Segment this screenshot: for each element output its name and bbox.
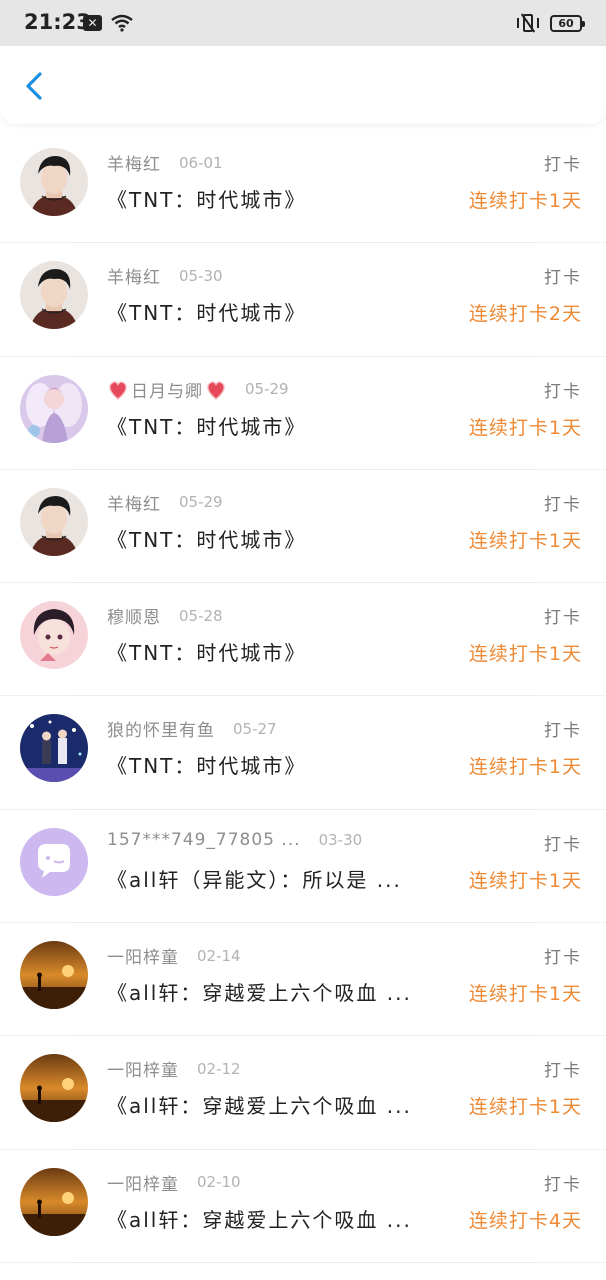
name-line: 羊梅红 05-29	[107, 490, 223, 515]
heart-icon	[109, 380, 127, 400]
name-line: 羊梅红 05-30	[107, 263, 223, 289]
streak-label: 连续打卡2天	[468, 303, 582, 326]
avatar[interactable]	[20, 1167, 88, 1236]
avatar[interactable]	[20, 261, 88, 330]
streak-label: 连续打卡4天	[468, 1209, 582, 1232]
user-name-text: 日月与卿	[131, 381, 203, 402]
date: 03-30	[318, 830, 363, 849]
list-item[interactable]: 穆顺恩 05-28 《TNT：时代城市》 打卡连续打卡1天	[0, 583, 606, 697]
user-name[interactable]: 羊梅红	[107, 490, 161, 515]
checkin-label: 打卡	[544, 494, 582, 515]
name-line: 穆顺恩 05-28	[107, 603, 223, 629]
book-title[interactable]: 《TNT：时代城市》	[107, 750, 447, 779]
avatar[interactable]	[20, 941, 88, 1010]
checkin-label: 打卡	[544, 608, 582, 629]
avatar[interactable]	[20, 374, 88, 443]
date: 05-29	[179, 493, 223, 512]
avatar[interactable]	[20, 148, 88, 216]
checkin-label: 打卡	[544, 834, 582, 855]
list-item[interactable]: 一阳梓童 02-12 《all轩：穿越爱上六个吸血 ... 打卡连续打卡1天	[0, 1036, 606, 1150]
date: 02-14	[197, 946, 241, 965]
checkin-label: 打卡	[544, 381, 582, 402]
checkin-label: 打卡	[544, 1061, 582, 1082]
list-item[interactable]: 157***749_77805 ... 03-30 《all轩（异能文）：所以是 .…	[0, 810, 606, 924]
user-name[interactable]: 羊梅红	[107, 150, 161, 175]
streak-label: 连续打卡1天	[468, 643, 582, 666]
date: 05-29	[245, 380, 289, 399]
header	[0, 46, 606, 124]
date: 06-01	[179, 153, 223, 172]
heart-icon	[207, 380, 225, 400]
checkin-label: 打卡	[544, 268, 582, 289]
user-name[interactable]: 一阳梓童	[107, 943, 179, 968]
list-item[interactable]: 羊梅红 05-29 《TNT：时代城市》 打卡连续打卡1天	[0, 470, 606, 584]
avatar[interactable]	[20, 714, 88, 783]
name-line: 羊梅红 06-01	[107, 150, 223, 176]
name-line: 狼的怀里有鱼 05-27	[107, 716, 277, 742]
user-name[interactable]: 羊梅红	[107, 263, 161, 288]
streak-label: 连续打卡1天	[468, 983, 582, 1006]
book-title[interactable]: 《TNT：时代城市》	[107, 524, 447, 553]
checkin-label: 打卡	[544, 948, 582, 969]
book-title[interactable]: 《all轩：穿越爱上六个吸血 ...	[107, 977, 447, 1006]
book-title[interactable]: 《all轩（异能文）：所以是 ...	[107, 864, 447, 893]
list-item[interactable]: 狼的怀里有鱼 05-27 《TNT：时代城市》 打卡连续打卡1天	[0, 696, 606, 810]
streak-label: 连续打卡1天	[468, 529, 582, 552]
user-name[interactable]: 日月与卿	[107, 377, 227, 402]
user-name[interactable]: 157***749_77805 ...	[107, 830, 301, 850]
battery-icon: 60	[550, 14, 585, 32]
date: 05-28	[179, 606, 223, 625]
chevron-left-icon[interactable]	[16, 68, 52, 104]
streak-label: 连续打卡1天	[468, 756, 582, 779]
streak-label: 连续打卡1天	[468, 416, 582, 439]
divider	[68, 1261, 534, 1263]
streak-label: 连续打卡1天	[468, 1096, 582, 1119]
book-title[interactable]: 《TNT：时代城市》	[107, 637, 447, 666]
avatar[interactable]	[20, 487, 88, 556]
list-item[interactable]: 一阳梓童 02-14 《all轩：穿越爱上六个吸血 ... 打卡连续打卡1天	[0, 923, 606, 1037]
notification-icon: ✕	[83, 15, 102, 31]
status-bar: 21:23 ✕ 60	[0, 0, 606, 46]
date: 05-27	[233, 719, 277, 738]
list-item[interactable]: 羊梅红 05-30 《TNT：时代城市》 打卡连续打卡2天	[0, 243, 606, 357]
book-title[interactable]: 《TNT：时代城市》	[107, 297, 447, 326]
vibrate-icon	[516, 13, 540, 33]
date: 02-10	[197, 1173, 241, 1192]
user-name[interactable]: 一阳梓童	[107, 1056, 179, 1081]
checkin-label: 打卡	[544, 721, 582, 742]
checkin-label: 打卡	[544, 155, 582, 175]
streak-label: 连续打卡1天	[468, 869, 582, 892]
name-line: 157***749_77805 ... 03-30	[107, 830, 362, 850]
streak-label: 连续打卡1天	[468, 190, 582, 212]
avatar[interactable]	[20, 827, 88, 896]
name-line: 一阳梓童 02-12	[107, 1056, 241, 1082]
list-item[interactable]: 日月与卿 05-29 《TNT：时代城市》 打卡连续打卡1天	[0, 357, 606, 470]
name-line: 一阳梓童 02-10	[107, 1170, 241, 1195]
user-name[interactable]: 一阳梓童	[107, 1170, 179, 1195]
status-time: 21:23	[24, 10, 91, 34]
name-line: 日月与卿 05-29	[107, 377, 289, 402]
date: 05-30	[179, 266, 223, 285]
list-item[interactable]: 羊梅红 06-01 《TNT：时代城市》 打卡连续打卡1天	[0, 130, 606, 244]
avatar[interactable]	[20, 1054, 88, 1123]
book-title[interactable]: 《TNT：时代城市》	[107, 411, 447, 440]
avatar[interactable]	[20, 601, 88, 670]
user-name[interactable]: 狼的怀里有鱼	[107, 716, 215, 741]
book-title[interactable]: 《all轩：穿越爱上六个吸血 ...	[107, 1090, 447, 1119]
book-title[interactable]: 《TNT：时代城市》	[107, 184, 447, 213]
name-line: 一阳梓童 02-14	[107, 943, 241, 969]
checkin-label: 打卡	[544, 1174, 582, 1195]
wifi-icon	[111, 14, 133, 32]
book-title[interactable]: 《all轩：穿越爱上六个吸血 ...	[107, 1204, 447, 1233]
list-item[interactable]: 一阳梓童 02-10 《all轩：穿越爱上六个吸血 ... 打卡连续打卡4天	[0, 1150, 606, 1263]
checkin-list: 羊梅红 06-01 《TNT：时代城市》 打卡 连续打卡1天 羊梅红 05-30 《TNT：时…	[0, 130, 606, 1263]
date: 02-12	[197, 1059, 241, 1078]
user-name[interactable]: 穆顺恩	[107, 603, 161, 628]
